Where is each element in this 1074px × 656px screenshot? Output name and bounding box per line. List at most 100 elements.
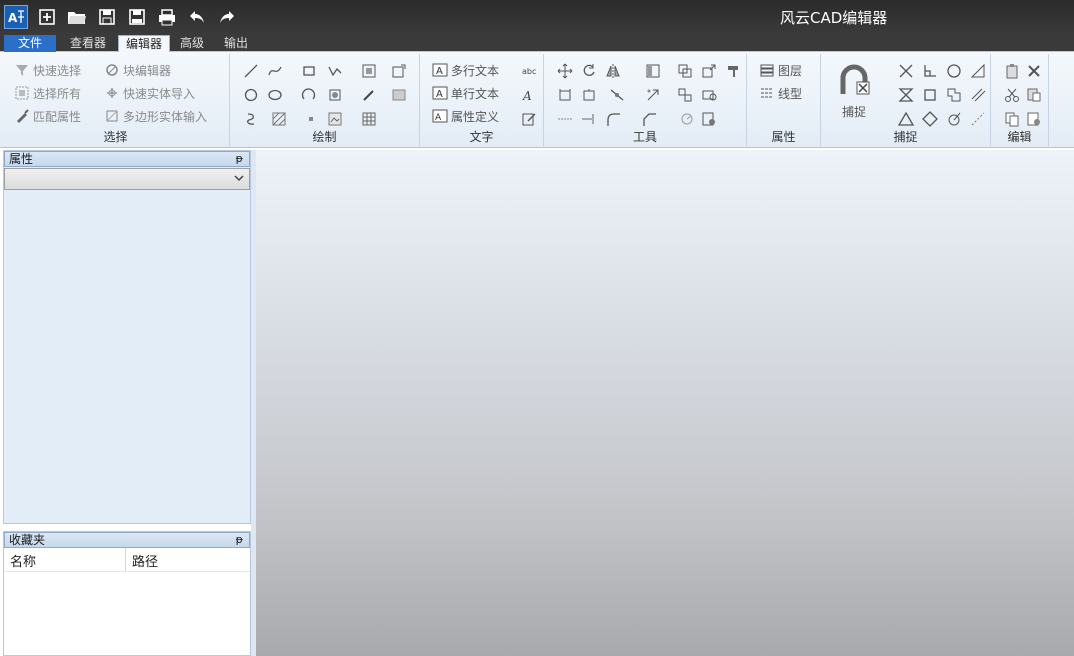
copy-with-base-icon[interactable] (1025, 110, 1043, 128)
snap-node-icon[interactable] (921, 86, 939, 104)
ribbon: 快速选择 选择所有 匹配属性 块编辑器 快速实体导入 多边形实体输入 选择 绘制… (0, 52, 1074, 148)
single-line-text-button[interactable]: A 单行文本 (432, 83, 499, 103)
insert-block-icon[interactable] (390, 62, 408, 80)
offset-icon[interactable] (700, 86, 718, 104)
select-all-button[interactable]: 选择所有 (14, 83, 81, 103)
snap-quadrant-icon[interactable] (921, 110, 939, 128)
helix-icon[interactable] (242, 110, 260, 128)
circle-icon[interactable] (242, 86, 260, 104)
snap-midpoint-icon[interactable] (897, 110, 915, 128)
array-icon[interactable] (644, 62, 662, 80)
copy-entity-icon[interactable] (676, 62, 694, 80)
tab-file[interactable]: 文件 (4, 35, 56, 52)
line-icon[interactable] (242, 62, 260, 80)
trim-icon[interactable] (580, 86, 598, 104)
snap-perpendicular-icon[interactable] (921, 62, 939, 80)
copy-icon[interactable] (1003, 110, 1021, 128)
snap-extension-icon[interactable] (969, 110, 987, 128)
chamfer-icon[interactable] (640, 110, 658, 128)
edit-text-icon[interactable] (520, 110, 538, 128)
explode-icon[interactable] (644, 86, 662, 104)
image-icon[interactable] (326, 110, 344, 128)
ellipse-icon[interactable] (266, 86, 284, 104)
attr-def-button[interactable]: A 属性定义 (432, 106, 499, 126)
ribbon-group-label-text: 文字 (469, 130, 494, 144)
quick-select-button[interactable]: 快速选择 (14, 60, 81, 80)
hatch-icon[interactable] (360, 62, 378, 80)
hatch-pattern-icon[interactable] (270, 110, 288, 128)
undo-icon[interactable] (186, 6, 208, 28)
point-icon[interactable] (302, 110, 320, 128)
svg-text:abc: abc (522, 67, 536, 76)
snap-intersection-icon[interactable] (897, 62, 915, 80)
chevron-down-icon (233, 172, 245, 187)
mirror-icon[interactable] (604, 62, 622, 80)
column-header-path[interactable]: 路径 (126, 548, 158, 571)
import-icon (104, 85, 120, 101)
extend-icon[interactable] (580, 110, 598, 128)
polygon-entity-input-button[interactable]: 多边形实体输入 (104, 106, 207, 126)
snap-tangent-icon[interactable] (969, 62, 987, 80)
gradient-icon[interactable] (390, 86, 408, 104)
linetype-button[interactable]: 线型 (759, 83, 802, 103)
layers-label: 图层 (778, 63, 803, 78)
join-icon[interactable] (676, 86, 694, 104)
stamp-icon[interactable] (724, 62, 742, 80)
scale-icon[interactable] (700, 62, 718, 80)
properties-object-select[interactable] (4, 168, 250, 190)
drawing-canvas[interactable] (256, 150, 1074, 656)
tab-output[interactable]: 输出 (218, 35, 254, 52)
table-icon[interactable] (360, 110, 378, 128)
arc-icon[interactable] (300, 86, 318, 104)
save-as-pdf-icon[interactable] (126, 6, 148, 28)
delete-icon[interactable] (1025, 62, 1043, 80)
layers-button[interactable]: 图层 (759, 60, 802, 80)
region-icon[interactable] (326, 86, 344, 104)
tab-editor[interactable]: 编辑器 (118, 35, 170, 52)
match-props-button[interactable]: 匹配属性 (14, 106, 81, 126)
print-icon[interactable] (156, 6, 178, 28)
block-editor-button[interactable]: 块编辑器 (104, 60, 171, 80)
ribbon-group-label-select: 选择 (103, 130, 128, 144)
stretch-icon[interactable] (556, 86, 574, 104)
lengthen-icon[interactable] (556, 110, 574, 128)
tab-viewer[interactable]: 查看器 (62, 35, 114, 52)
measure-icon[interactable] (678, 110, 696, 128)
save-icon[interactable] (96, 6, 118, 28)
redo-icon[interactable] (216, 6, 238, 28)
tab-advanced[interactable]: 高级 (174, 35, 210, 52)
attr-def-label: 属性定义 (451, 109, 500, 124)
pin-icon[interactable]: ᵽ (236, 533, 243, 547)
fillet-icon[interactable] (604, 110, 622, 128)
multiline-text-button[interactable]: A 多行文本 (432, 60, 499, 80)
polyline-icon[interactable] (326, 62, 344, 80)
snap-parallel-icon[interactable] (969, 86, 987, 104)
quick-entity-import-button[interactable]: 快速实体导入 (104, 83, 195, 103)
quick-entity-import-label: 快速实体导入 (123, 86, 196, 101)
column-header-name[interactable]: 名称 (4, 548, 126, 571)
snap-nearest-icon[interactable] (945, 110, 963, 128)
text-style-icon[interactable]: abc (520, 62, 538, 80)
break-icon[interactable] (608, 86, 626, 104)
spline-icon[interactable] (266, 62, 284, 80)
cut-icon[interactable] (1003, 86, 1021, 104)
text-format-icon[interactable]: A (520, 86, 538, 104)
open-icon[interactable] (66, 6, 88, 28)
app-logo[interactable]: A (4, 5, 28, 29)
snap-apparent-icon[interactable] (897, 86, 915, 104)
snap-button[interactable]: 捕捉 (837, 64, 871, 120)
rotate-icon[interactable] (580, 62, 598, 80)
new-icon[interactable] (36, 6, 58, 28)
pen-icon[interactable] (360, 86, 378, 104)
attr-def-icon: A (432, 108, 448, 124)
menu-tab-bar: 文件 查看器 编辑器 高级 输出 (0, 34, 1074, 52)
move-icon[interactable] (556, 62, 574, 80)
paste-special-icon[interactable] (1025, 86, 1043, 104)
pin-icon[interactable]: ᵽ (236, 152, 243, 166)
paste-icon[interactable] (1003, 62, 1021, 80)
snap-insert-icon[interactable] (945, 86, 963, 104)
snap-center-icon[interactable] (945, 62, 963, 80)
purge-icon[interactable] (700, 110, 718, 128)
snap-label: 捕捉 (841, 105, 866, 119)
rectangle-icon[interactable] (300, 62, 318, 80)
